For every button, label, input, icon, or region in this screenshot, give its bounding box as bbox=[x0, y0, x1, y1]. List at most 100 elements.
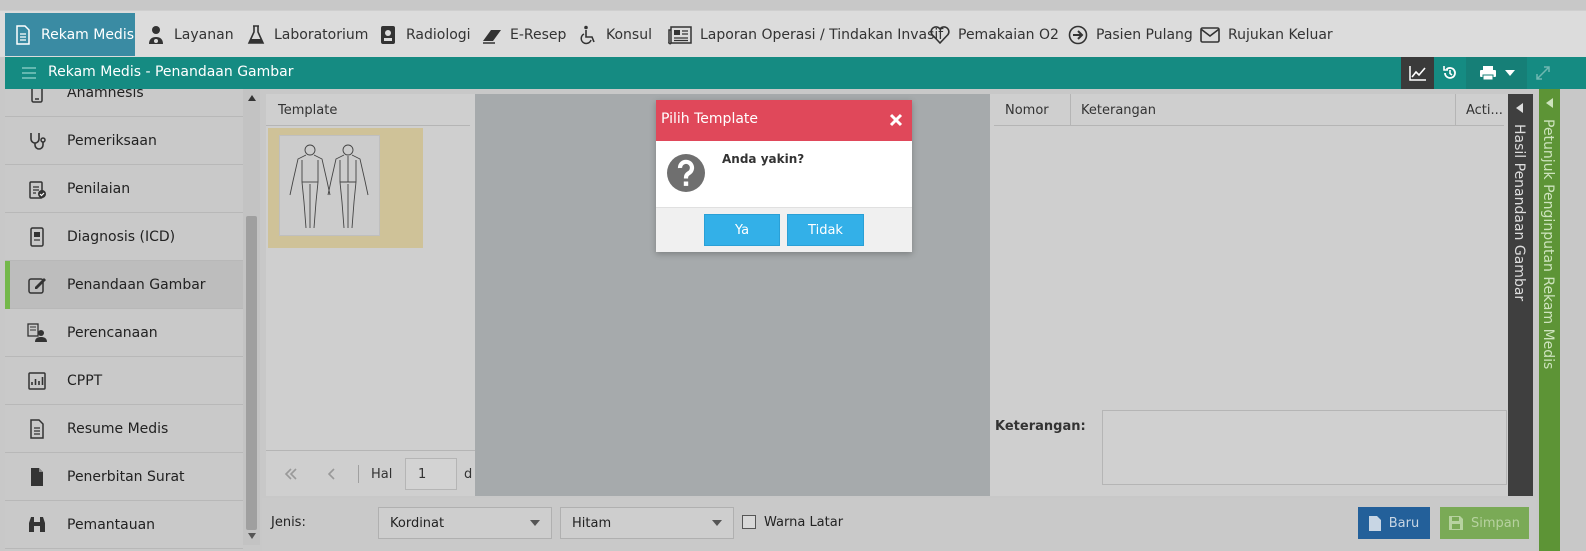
template-thumbnail[interactable] bbox=[268, 128, 423, 248]
envelope-icon bbox=[1200, 26, 1220, 43]
sidebar-item-perencanaan[interactable]: Perencanaan bbox=[5, 309, 243, 357]
tab-rujukan-keluar[interactable]: Rujukan Keluar bbox=[1192, 13, 1341, 56]
file-icon bbox=[1368, 515, 1381, 531]
sidebar-item-label: Resume Medis bbox=[67, 420, 169, 437]
petunjuk-panel-toggle[interactable]: Petunjuk Penginputan Rekam Medis bbox=[1539, 89, 1560, 551]
result-panel: Nomor Keterangan Acti... Keterangan: bbox=[990, 94, 1508, 496]
first-page-icon[interactable] bbox=[284, 468, 298, 480]
line-chart-icon bbox=[1408, 66, 1426, 81]
tab-label: Rekam Medis bbox=[41, 26, 135, 43]
hal-label: Hal bbox=[371, 467, 393, 482]
document-icon bbox=[16, 24, 30, 45]
page-number-input[interactable]: 1 bbox=[405, 458, 457, 490]
user-plan-icon bbox=[27, 322, 47, 342]
dialog-header: Pilih Template bbox=[656, 100, 912, 141]
column-separator bbox=[1455, 94, 1456, 126]
sidebar-item-penandaan-gambar[interactable]: Penandaan Gambar bbox=[5, 261, 243, 309]
mobile-icon bbox=[31, 89, 43, 103]
sidebar-item-label: Anamnesis bbox=[67, 89, 144, 101]
hamburger-menu-icon[interactable] bbox=[21, 65, 37, 81]
scrollbar-thumb[interactable] bbox=[246, 216, 257, 530]
history-icon bbox=[1443, 66, 1456, 79]
tab-pasien-pulang[interactable]: Pasien Pulang bbox=[1060, 13, 1201, 56]
sidebar-item-label: Diagnosis (ICD) bbox=[67, 228, 176, 245]
printer-icon bbox=[1479, 66, 1496, 81]
wheelchair-icon bbox=[580, 25, 595, 44]
sidebar-item-label: Pemeriksaan bbox=[67, 132, 157, 149]
chart-button[interactable] bbox=[1401, 57, 1434, 89]
template-header: Template bbox=[266, 94, 470, 126]
simpan-button[interactable]: Simpan bbox=[1440, 507, 1529, 539]
body-figure-icon bbox=[289, 144, 369, 229]
tab-label: Konsul bbox=[606, 26, 652, 43]
result-table-header: Nomor Keterangan Acti... bbox=[994, 94, 1504, 126]
sidebar-item-penerbitan-surat[interactable]: Penerbitan Surat bbox=[5, 453, 243, 501]
prev-page-icon[interactable] bbox=[328, 468, 336, 480]
tab-radiologi[interactable]: Radiologi bbox=[370, 13, 479, 56]
template-panel: Template Hal 1 d bbox=[266, 94, 475, 496]
jenis-select[interactable]: Kordinat bbox=[378, 507, 552, 539]
caret-left-icon bbox=[1516, 103, 1523, 113]
expand-button[interactable] bbox=[1532, 57, 1554, 89]
sidebar-item-pemeriksaan[interactable]: Pemeriksaan bbox=[5, 117, 243, 165]
close-icon[interactable] bbox=[888, 112, 904, 128]
flask-icon bbox=[247, 24, 265, 44]
tab-rekam-medis[interactable]: Rekam Medis bbox=[5, 13, 135, 56]
tab-e-resep[interactable]: E-Resep bbox=[474, 13, 574, 56]
sidebar-item-anamnesis[interactable]: Anamnesis bbox=[5, 89, 243, 117]
user-doctor-icon bbox=[149, 25, 163, 44]
warna-value: Hitam bbox=[572, 516, 612, 531]
title-bar: Rekam Medis - Penandaan Gambar bbox=[5, 57, 1586, 89]
tab-layanan[interactable]: Layanan bbox=[138, 13, 242, 56]
sidebar-item-pemantauan[interactable]: Pemantauan bbox=[5, 501, 243, 549]
tab-label: Pasien Pulang bbox=[1096, 26, 1193, 43]
ya-button[interactable]: Ya bbox=[704, 214, 780, 246]
hasil-penandaan-label: Hasil Penandaan Gambar bbox=[1511, 124, 1527, 302]
tab-label: Laboratorium bbox=[274, 26, 369, 43]
eraser-icon bbox=[483, 29, 501, 44]
warna-select[interactable]: Hitam bbox=[560, 507, 734, 539]
history-button[interactable] bbox=[1434, 57, 1466, 89]
jenis-label: Jenis: bbox=[271, 515, 306, 530]
sidebar-item-resume-medis[interactable]: Resume Medis bbox=[5, 405, 243, 453]
print-button[interactable] bbox=[1466, 57, 1527, 89]
pilih-template-dialog: Pilih Template Anda yakin? Ya Tidak bbox=[656, 100, 912, 252]
scroll-up-icon bbox=[248, 95, 256, 101]
column-keterangan[interactable]: Keterangan bbox=[1081, 103, 1156, 118]
app-root: Rekam Medis Layanan Laboratorium Radiolo… bbox=[0, 0, 1586, 551]
sidebar-nav: Anamnesis Pemeriksaan Penilaian Diagnosi… bbox=[5, 89, 243, 551]
warna-latar-checkbox[interactable] bbox=[742, 515, 756, 529]
arrow-circle-icon bbox=[1068, 25, 1088, 44]
keterangan-label: Keterangan: bbox=[995, 419, 1086, 434]
column-separator bbox=[1070, 94, 1071, 126]
dialog-footer: Ya Tidak bbox=[656, 207, 912, 252]
tab-label: E-Resep bbox=[510, 26, 567, 43]
file-text-icon bbox=[30, 418, 44, 439]
tidak-button[interactable]: Tidak bbox=[787, 214, 864, 246]
tab-label: Rujukan Keluar bbox=[1228, 26, 1333, 43]
tab-pemakaian-o2[interactable]: Pemakaian O2 bbox=[922, 13, 1067, 56]
keterangan-textarea[interactable] bbox=[1102, 410, 1507, 485]
column-nomor[interactable]: Nomor bbox=[1005, 103, 1049, 118]
pager-divider bbox=[358, 465, 359, 483]
tab-laporan-operasi[interactable]: Laporan Operasi / Tindakan Invasif bbox=[660, 13, 951, 56]
sidebar-item-label: Perencanaan bbox=[67, 324, 158, 341]
sidebar-scrollbar[interactable] bbox=[243, 89, 260, 545]
column-action[interactable]: Acti... bbox=[1466, 103, 1503, 118]
baru-button[interactable]: Baru bbox=[1358, 507, 1430, 539]
baru-label: Baru bbox=[1388, 515, 1420, 531]
sidebar-item-cppt[interactable]: CPPT bbox=[5, 357, 243, 405]
chart-report-icon bbox=[28, 371, 46, 390]
tab-laboratorium[interactable]: Laboratorium bbox=[238, 13, 376, 56]
tab-konsul[interactable]: Konsul bbox=[570, 13, 660, 56]
clipboard-check-icon bbox=[29, 180, 46, 199]
petunjuk-label: Petunjuk Penginputan Rekam Medis bbox=[1540, 119, 1556, 370]
dialog-title: Pilih Template bbox=[661, 111, 759, 127]
sidebar-item-penilaian[interactable]: Penilaian bbox=[5, 165, 243, 213]
tab-label: Laporan Operasi / Tindakan Invasif bbox=[700, 26, 944, 43]
sidebar-item-diagnosis[interactable]: Diagnosis (ICD) bbox=[5, 213, 243, 261]
pager-trailing-text: d bbox=[464, 467, 473, 482]
caret-left-icon bbox=[1546, 98, 1553, 108]
scroll-down-icon bbox=[248, 533, 256, 539]
hasil-penandaan-panel-toggle[interactable]: Hasil Penandaan Gambar bbox=[1508, 94, 1533, 496]
